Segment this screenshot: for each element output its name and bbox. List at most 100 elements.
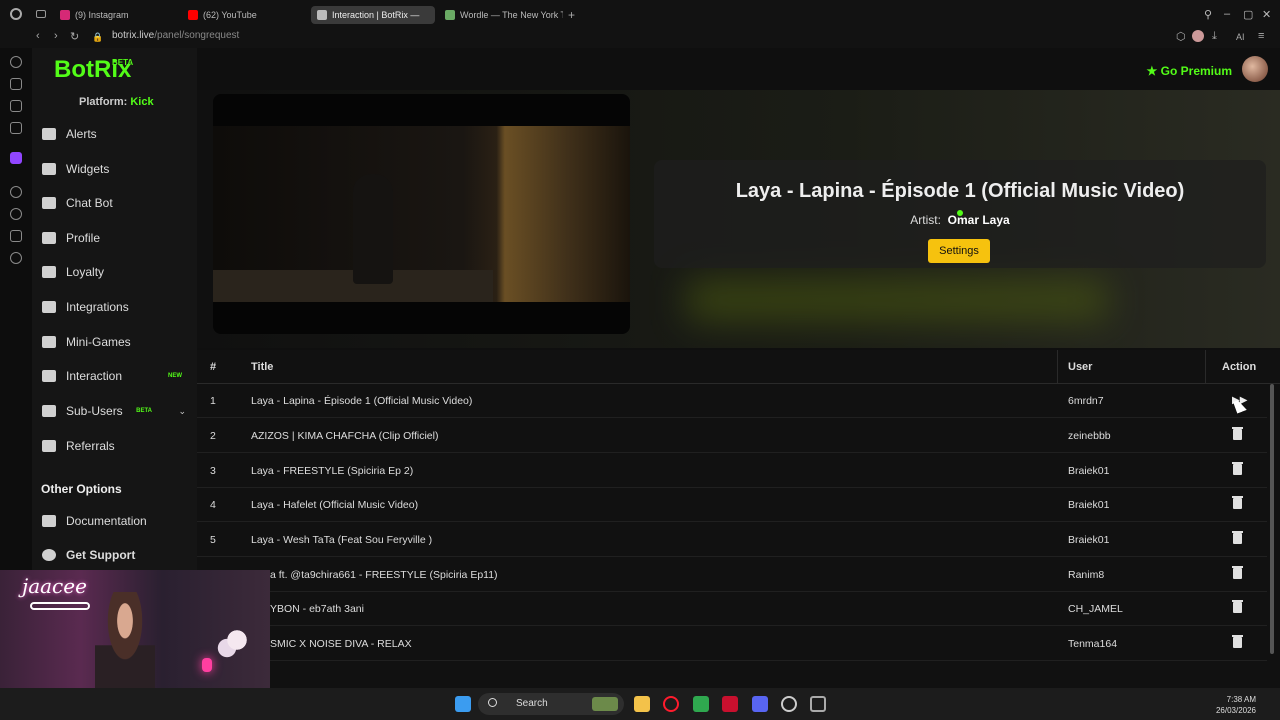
windows-start-icon[interactable] [455, 696, 471, 712]
go-premium-button[interactable]: ★ Go Premium [1147, 64, 1232, 78]
race-car-logo-icon [30, 602, 90, 610]
clock-icon[interactable] [10, 208, 22, 220]
table-row[interactable]: a ft. @ta9chira661 - FREESTYLE (Spiciria… [197, 558, 1267, 592]
download-icon[interactable]: ⤓ [1212, 30, 1217, 43]
row-title: Laya - FREESTYLE (Spiciria Ep 2) [251, 465, 414, 477]
sidebar-item-get-support[interactable]: Get Support [42, 541, 192, 569]
app-icon[interactable] [781, 696, 797, 712]
history-icon[interactable] [10, 56, 22, 68]
search-label: Search [516, 698, 548, 709]
trash-icon[interactable] [1232, 427, 1243, 440]
scrollbar[interactable] [1270, 384, 1274, 654]
sidebar-item-interaction[interactable]: Interaction NEW [42, 362, 192, 390]
sidebar-item-widgets[interactable]: Widgets [42, 155, 192, 183]
address-bar[interactable]: botrix.live/panel/songrequest [112, 30, 239, 41]
sidebar-item-documentation[interactable]: Documentation [42, 507, 192, 535]
botrix-logo[interactable]: BotRix BETA [54, 56, 133, 84]
sidebar-item-mini-games[interactable]: Mini-Games [42, 328, 192, 356]
file-explorer-icon[interactable] [634, 696, 650, 712]
docs-icon [42, 515, 56, 527]
lock-icon: 🔒 [92, 32, 104, 42]
extensions-icon[interactable]: ⬡ [1176, 30, 1186, 43]
sidebar-item-alerts[interactable]: Alerts [42, 120, 192, 148]
back-icon[interactable]: ‹ [36, 30, 40, 42]
taskbar-search[interactable]: Search [478, 693, 624, 715]
sidebar-item-loyalty[interactable]: Loyalty [42, 258, 192, 286]
reload-icon[interactable]: ↻ [70, 30, 79, 43]
table-row[interactable]: 3 Laya - FREESTYLE (Spiciria Ep 2) Braiek0… [197, 454, 1267, 488]
wordle-icon [445, 10, 455, 20]
trash-icon[interactable] [1232, 496, 1243, 509]
image-icon[interactable] [10, 100, 22, 112]
header-user: User [1068, 361, 1093, 373]
video-player[interactable] [213, 94, 630, 334]
chevron-down-icon[interactable]: ⌄ [178, 406, 186, 417]
main-panel: ★ Go Premium Laya - Lapina - Épisode 1 (… [197, 48, 1280, 688]
sidebar-item-sub-users[interactable]: Sub-Users BETA ⌄ [42, 397, 192, 425]
sidebar-item-label: Get Support [66, 548, 136, 562]
sidebar-item-referrals[interactable]: Referrals [42, 432, 192, 460]
workspace-icon[interactable] [36, 10, 46, 18]
app-icon[interactable] [810, 696, 826, 712]
settings-button[interactable]: Settings [928, 239, 990, 263]
opera-icon[interactable] [663, 696, 679, 712]
clock[interactable]: 7:38 AM 26/03/2026 [1216, 694, 1256, 716]
table-row[interactable]: YBON - eb7ath 3ani CH_JAMEL [197, 592, 1267, 626]
search-tabs-icon[interactable]: ⚲ [1204, 8, 1212, 21]
sidebar-item-label: Profile [66, 231, 101, 245]
platform-value: Kick [130, 96, 154, 108]
users-icon [42, 405, 56, 417]
tab-instagram[interactable]: (9) Instagram [54, 6, 178, 24]
new-tab-icon[interactable]: + [568, 8, 575, 22]
new-badge: NEW [168, 373, 182, 379]
table-row[interactable]: 4 Laya - Hafelet (Official Music Video) Br… [197, 488, 1267, 522]
music-icon [42, 370, 56, 382]
minimize-icon[interactable]: – [1224, 8, 1230, 20]
tab-botrix[interactable]: Interaction | BotRix — [311, 6, 435, 24]
sidebar-item-integrations[interactable]: Integrations [42, 293, 192, 321]
streamer-image [95, 592, 155, 688]
ai-label[interactable]: AI [1236, 32, 1245, 42]
instagram-icon [60, 10, 70, 20]
row-title: YBON - eb7ath 3ani [270, 603, 364, 615]
table-row[interactable]: 5 Laya - Wesh TaTa (Feat Sou Feryville ) B… [197, 523, 1267, 557]
close-icon[interactable]: ✕ [1262, 8, 1271, 21]
sidebar-item-label: Widgets [66, 162, 110, 176]
video-figure [353, 174, 393, 284]
avatar[interactable] [1242, 56, 1268, 82]
menu-icon[interactable]: ≡ [1258, 30, 1264, 42]
bag-icon[interactable] [10, 78, 22, 90]
trash-icon[interactable] [1232, 600, 1243, 613]
song-queue-table: # Title User Action 1 Laya - Lapina - Épi… [197, 350, 1280, 688]
profile-avatar-icon[interactable] [1192, 30, 1204, 42]
tab-wordle[interactable]: Wordle — The New York T [439, 6, 563, 24]
star-icon: ★ [1146, 64, 1158, 78]
maximize-icon[interactable]: ▢ [1243, 8, 1253, 21]
play-app-icon[interactable] [693, 696, 709, 712]
table-row[interactable]: 1 Laya - Lapina - Épisode 1 (Official Mus… [197, 384, 1267, 418]
table-row[interactable]: SMIC X NOISE DIVA - RELAX Tenma164 [197, 627, 1267, 661]
trash-icon[interactable] [1232, 531, 1243, 544]
bookmark-icon[interactable] [10, 230, 22, 242]
k-app-icon[interactable] [722, 696, 738, 712]
player-icon[interactable] [10, 186, 22, 198]
row-title: a ft. @ta9chira661 - FREESTYLE (Spiciria… [270, 569, 498, 581]
twitch-icon[interactable] [10, 152, 22, 164]
trash-icon[interactable] [1232, 635, 1243, 648]
opera-logo-icon[interactable] [10, 8, 22, 20]
sidebar-item-label: Alerts [66, 127, 97, 141]
messenger-icon[interactable] [10, 122, 22, 134]
forward-icon[interactable]: › [54, 30, 58, 42]
tab-youtube[interactable]: (62) YouTube [182, 6, 306, 24]
sidebar-item-profile[interactable]: Profile [42, 224, 192, 252]
tab-strip: (9) Instagram (62) YouTube Interaction |… [0, 0, 1280, 28]
discord-icon[interactable] [752, 696, 768, 712]
sidebar-item-label: Loyalty [66, 265, 105, 279]
trash-icon[interactable] [1232, 462, 1243, 475]
sidebar-item-chat-bot[interactable]: Chat Bot [42, 189, 192, 217]
settings-gear-icon[interactable] [10, 252, 22, 264]
other-options-heading: Other Options [41, 482, 122, 496]
trash-icon[interactable] [1232, 566, 1243, 579]
clock-time: 7:38 AM [1226, 695, 1256, 704]
table-row[interactable]: 2 AZIZOS | KIMA CHAFCHA (Clip Officiel) ze… [197, 419, 1267, 453]
